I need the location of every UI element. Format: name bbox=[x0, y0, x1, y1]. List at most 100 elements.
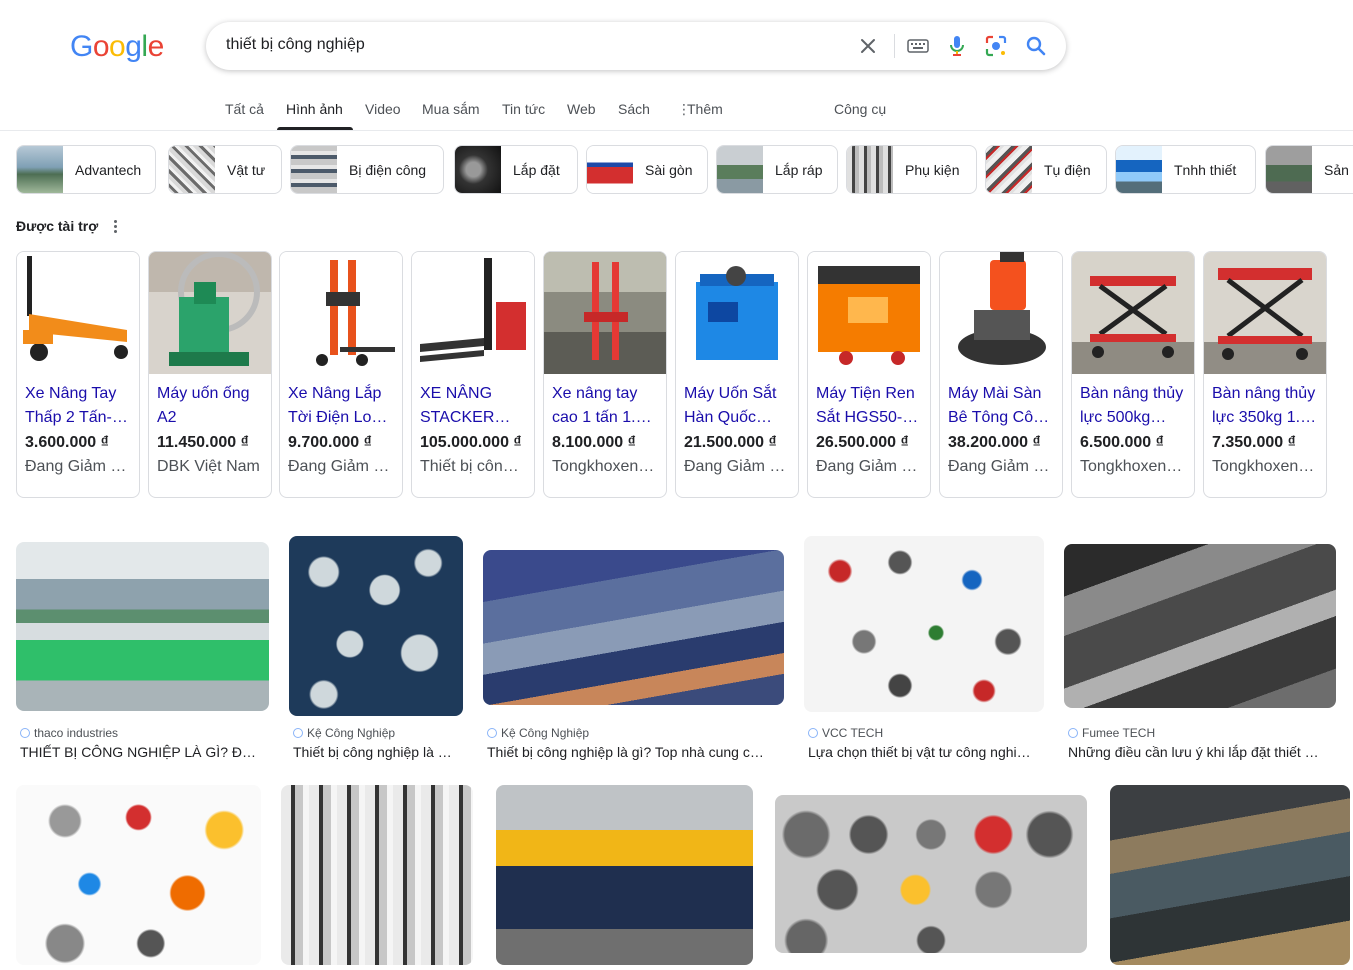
chip-advantech[interactable]: Advantech bbox=[16, 145, 156, 194]
product-image bbox=[17, 252, 139, 374]
product-merchant: Đang Giảm … bbox=[816, 458, 918, 475]
chip-label: Sài gòn bbox=[645, 161, 693, 178]
result-source: thaco industries bbox=[20, 726, 118, 740]
product-image bbox=[1204, 252, 1326, 374]
product-merchant: DBK Việt Nam bbox=[157, 458, 260, 475]
search-box[interactable]: thiết bị công nghiệp bbox=[206, 22, 1066, 70]
product-card[interactable]: Xe Nâng Tay Thấp 2 Tấn-… 3.600.000 ₫ Đan… bbox=[16, 251, 140, 498]
tab-news[interactable]: Tin tức bbox=[502, 101, 545, 117]
product-price: 11.450.000 ₫ bbox=[157, 434, 249, 451]
product-image bbox=[149, 252, 271, 374]
product-card[interactable]: Bàn nâng thủy lực 500kg… 6.500.000 ₫ Ton… bbox=[1071, 251, 1195, 498]
product-title: Máy Uốn Sắt Hàn Quốc… bbox=[684, 385, 777, 426]
chip-thumbnail bbox=[1266, 146, 1312, 193]
chip-phu-kien[interactable]: Phụ kiện bbox=[846, 145, 977, 194]
favicon-icon bbox=[808, 728, 818, 738]
chip-bi-dien-cong[interactable]: Bị điện công bbox=[290, 145, 444, 194]
logo-letter: e bbox=[147, 30, 165, 63]
favicon-icon bbox=[293, 728, 303, 738]
product-price: 38.200.000 ₫ bbox=[948, 434, 1041, 451]
logo-letter: o bbox=[109, 30, 126, 63]
chip-thumbnail bbox=[986, 146, 1032, 193]
chip-vat-tu[interactable]: Vật tư bbox=[168, 145, 282, 194]
chip-thumbnail bbox=[587, 146, 633, 193]
chip-label: Sản x bbox=[1324, 161, 1353, 178]
product-merchant: Tongkhoxen… bbox=[552, 458, 655, 475]
product-price: 9.700.000 ₫ bbox=[288, 434, 372, 451]
search-divider bbox=[894, 34, 895, 58]
product-price: 6.500.000 ₫ bbox=[1080, 434, 1164, 451]
result-image bbox=[804, 536, 1044, 712]
product-card[interactable]: Bàn nâng thủy lực 350kg 1.… 7.350.000 ₫ … bbox=[1203, 251, 1327, 498]
result-image bbox=[289, 536, 463, 716]
tab-videos[interactable]: Video bbox=[365, 101, 401, 117]
product-merchant: Đang Giảm … bbox=[684, 458, 786, 475]
keyboard-icon[interactable] bbox=[906, 34, 930, 58]
chip-sai-gon[interactable]: Sài gòn bbox=[586, 145, 708, 194]
tab-books[interactable]: Sách bbox=[618, 101, 650, 117]
product-merchant: Tongkhoxen… bbox=[1212, 458, 1315, 475]
chip-tu-dien[interactable]: Tụ điện bbox=[985, 145, 1107, 194]
logo-letter: G bbox=[70, 30, 93, 63]
product-card[interactable]: Xe nâng tay cao 1 tấn 1.… 8.100.000 ₫ To… bbox=[543, 251, 667, 498]
product-card[interactable]: Máy Mài Sàn Bê Tông Cô… 38.200.000 ₫ Đan… bbox=[939, 251, 1063, 498]
chip-lap-rap[interactable]: Lắp ráp bbox=[716, 145, 838, 194]
product-price: 7.350.000 ₫ bbox=[1212, 434, 1296, 451]
result-title: Những điều cần lưu ý khi lắp đặt thiết … bbox=[1068, 744, 1319, 760]
chip-thumbnail bbox=[717, 146, 763, 193]
product-image bbox=[412, 252, 534, 374]
product-title: Máy Tiện Ren Sắt HGS50-… bbox=[816, 385, 919, 426]
chip-thumbnail bbox=[169, 146, 215, 193]
product-merchant: Đang Giảm … bbox=[948, 458, 1050, 475]
active-tab-indicator bbox=[277, 127, 353, 130]
tab-web[interactable]: Web bbox=[567, 101, 596, 117]
result-source: Fumee TECH bbox=[1068, 726, 1155, 740]
result-image bbox=[16, 542, 269, 711]
product-card[interactable]: Máy Uốn Sắt Hàn Quốc… 21.500.000 ₫ Đang … bbox=[675, 251, 799, 498]
result-source: Kệ Công Nghiệp bbox=[293, 726, 395, 740]
lens-icon[interactable] bbox=[984, 34, 1008, 58]
product-card[interactable]: XE NÂNG STACKER… 105.000.000 ₫ Thiết bị … bbox=[411, 251, 535, 498]
product-merchant: Tongkhoxen… bbox=[1080, 458, 1183, 475]
product-merchant: Thiết bị côn… bbox=[420, 458, 519, 475]
product-card[interactable]: Máy uốn ống A2 11.450.000 ₫ DBK Việt Nam bbox=[148, 251, 272, 498]
product-price: 105.000.000 ₫ bbox=[420, 434, 522, 451]
result-image bbox=[775, 795, 1087, 953]
chip-san-x[interactable]: Sản x bbox=[1265, 145, 1353, 194]
chip-label: Advantech bbox=[75, 161, 142, 178]
product-price: 21.500.000 ₫ bbox=[684, 434, 777, 451]
more-vert-icon: ⋮ bbox=[677, 101, 691, 117]
chip-lap-dat[interactable]: Lắp đặt bbox=[454, 145, 578, 194]
tab-more[interactable]: ⋮Thêm bbox=[677, 101, 723, 118]
clear-icon[interactable] bbox=[856, 34, 880, 58]
tools-button[interactable]: Công cụ bbox=[834, 101, 886, 117]
result-title: THIẾT BỊ CÔNG NGHIỆP LÀ GÌ? Đ… bbox=[20, 744, 256, 760]
result-title: Lựa chọn thiết bị vật tư công nghi… bbox=[808, 744, 1031, 760]
favicon-icon bbox=[487, 728, 497, 738]
chip-thumbnail bbox=[455, 146, 501, 193]
chip-thumbnail bbox=[17, 146, 63, 193]
product-card[interactable]: Máy Tiện Ren Sắt HGS50-… 26.500.000 ₫ Đa… bbox=[807, 251, 931, 498]
chip-label: Lắp đặt bbox=[513, 161, 560, 178]
search-input[interactable]: thiết bị công nghiệp bbox=[226, 36, 365, 54]
chip-tnhh-thiet[interactable]: Tnhh thiết bbox=[1115, 145, 1256, 194]
more-options-icon[interactable] bbox=[108, 217, 122, 235]
google-logo[interactable]: Google bbox=[70, 30, 164, 64]
chip-label: Lắp ráp bbox=[775, 161, 823, 178]
result-image bbox=[483, 550, 784, 705]
microphone-icon[interactable] bbox=[945, 34, 969, 58]
product-card[interactable]: Xe Nâng Lắp Tời Điện Lo… 9.700.000 ₫ Đan… bbox=[279, 251, 403, 498]
product-image bbox=[940, 252, 1062, 374]
result-source: Kệ Công Nghiệp bbox=[487, 726, 589, 740]
product-price: 3.600.000 ₫ bbox=[25, 434, 109, 451]
tab-all[interactable]: Tất cả bbox=[225, 101, 264, 117]
tab-images[interactable]: Hình ảnh bbox=[286, 101, 343, 117]
favicon-icon bbox=[1068, 728, 1078, 738]
product-price: 26.500.000 ₫ bbox=[816, 434, 909, 451]
search-tabs: Tất cả Hình ảnh Video Mua sắm Tin tức We… bbox=[0, 90, 1353, 131]
tab-shopping[interactable]: Mua sắm bbox=[422, 101, 480, 117]
result-image bbox=[16, 785, 261, 965]
product-image bbox=[676, 252, 798, 374]
search-icon[interactable] bbox=[1024, 34, 1048, 58]
result-image bbox=[1064, 544, 1336, 708]
